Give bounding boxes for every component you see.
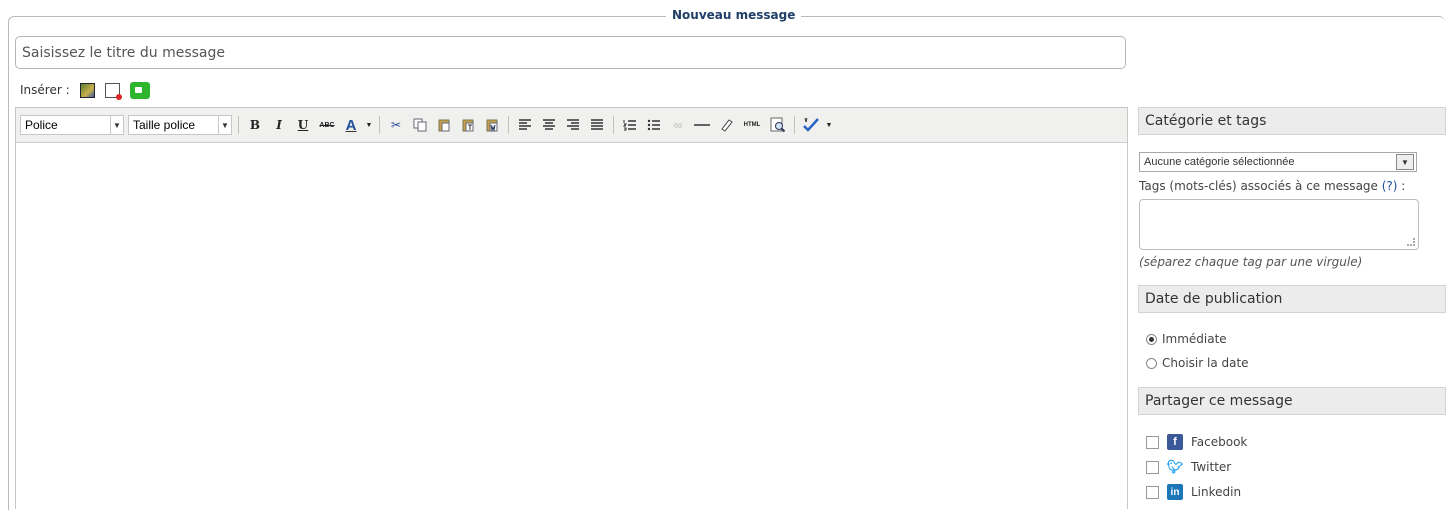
insert-label: Insérer : [20,83,70,97]
radio-button[interactable] [1146,357,1157,369]
font-size-select[interactable]: Taille police ▼ [128,115,232,135]
twitter-checkbox[interactable] [1146,460,1159,474]
copy-icon[interactable] [410,115,430,135]
category-select-value: Aucune catégorie sélectionnée [1144,156,1295,168]
facebook-icon: f [1167,434,1183,450]
category-section-header: Catégorie et tags [1138,107,1446,135]
ordered-list-icon[interactable] [620,115,640,135]
insert-row: Insérer : [20,80,150,100]
radio-button[interactable] [1146,333,1157,345]
chevron-down-icon[interactable]: ▼ [365,115,373,135]
chevron-down-icon: ▼ [218,116,231,134]
linkedin-checkbox[interactable] [1146,485,1159,499]
tags-help-link[interactable]: (?) [1382,179,1398,193]
rich-text-editor: Police ▼ Taille police ▼ B I U ABC A ▼ ✂… [15,107,1128,509]
publication-section: Date de publication [1138,285,1446,313]
chevron-down-icon: ▼ [1396,154,1414,170]
chevron-down-icon: ▼ [110,116,123,134]
cut-icon[interactable]: ✂ [386,115,406,135]
font-select[interactable]: Police ▼ [20,115,124,135]
horizontal-rule-icon[interactable] [692,115,712,135]
paste-text-icon[interactable] [458,115,478,135]
tags-textarea[interactable] [1139,199,1419,250]
html-source-button[interactable]: HTML [740,115,764,135]
tags-label: Tags (mots-clés) associés à ce message (… [1139,179,1406,193]
text-color-button[interactable]: A [341,115,361,135]
italic-button[interactable]: I [269,115,289,135]
facebook-checkbox[interactable] [1146,435,1159,449]
align-justify-icon[interactable] [587,115,607,135]
toolbar-separator [613,116,614,134]
share-facebook[interactable]: f Facebook [1146,434,1247,450]
align-center-icon[interactable] [539,115,559,135]
share-section: Partager ce message [1138,387,1446,415]
unordered-list-icon[interactable] [644,115,664,135]
strikethrough-button[interactable]: ABC [317,115,337,135]
paste-word-icon[interactable] [482,115,502,135]
share-section-header: Partager ce message [1138,387,1446,415]
fieldset-legend: Nouveau message [666,8,802,22]
toolbar-separator [238,116,239,134]
linkedin-icon: in [1167,484,1183,500]
share-linkedin[interactable]: in Linkedin [1146,484,1241,500]
editor-toolbar: Police ▼ Taille police ▼ B I U ABC A ▼ ✂… [16,108,1127,143]
underline-button[interactable]: U [293,115,313,135]
eraser-icon[interactable] [716,115,736,135]
publication-option-immediate[interactable]: Immédiate [1146,332,1227,346]
font-size-select-value: Taille police [133,118,196,132]
insert-image-icon[interactable] [79,82,95,98]
insert-video-icon[interactable] [129,81,150,99]
preview-icon[interactable] [768,115,788,135]
toolbar-separator [508,116,509,134]
spellcheck-icon[interactable] [801,115,821,135]
align-right-icon[interactable] [563,115,583,135]
bold-button[interactable]: B [245,115,265,135]
category-section: Catégorie et tags [1138,107,1446,135]
category-select[interactable]: Aucune catégorie sélectionnée ▼ [1139,152,1417,172]
share-twitter[interactable]: 🐦︎ Twitter [1146,459,1231,475]
chevron-down-icon[interactable]: ▼ [825,115,833,135]
message-title-input[interactable] [15,36,1126,69]
twitter-icon: 🐦︎ [1166,459,1184,474]
editor-content-area[interactable] [16,143,1127,510]
toolbar-separator [794,116,795,134]
link-icon[interactable]: ∞ [668,115,688,135]
insert-document-icon[interactable] [104,82,122,100]
paste-icon[interactable] [434,115,454,135]
font-select-value: Police [25,118,58,132]
align-left-icon[interactable] [515,115,535,135]
publication-option-choose-date[interactable]: Choisir la date [1146,356,1249,370]
publication-section-header: Date de publication [1138,285,1446,313]
toolbar-separator [379,116,380,134]
tags-hint: (séparez chaque tag par une virgule) [1139,255,1363,269]
